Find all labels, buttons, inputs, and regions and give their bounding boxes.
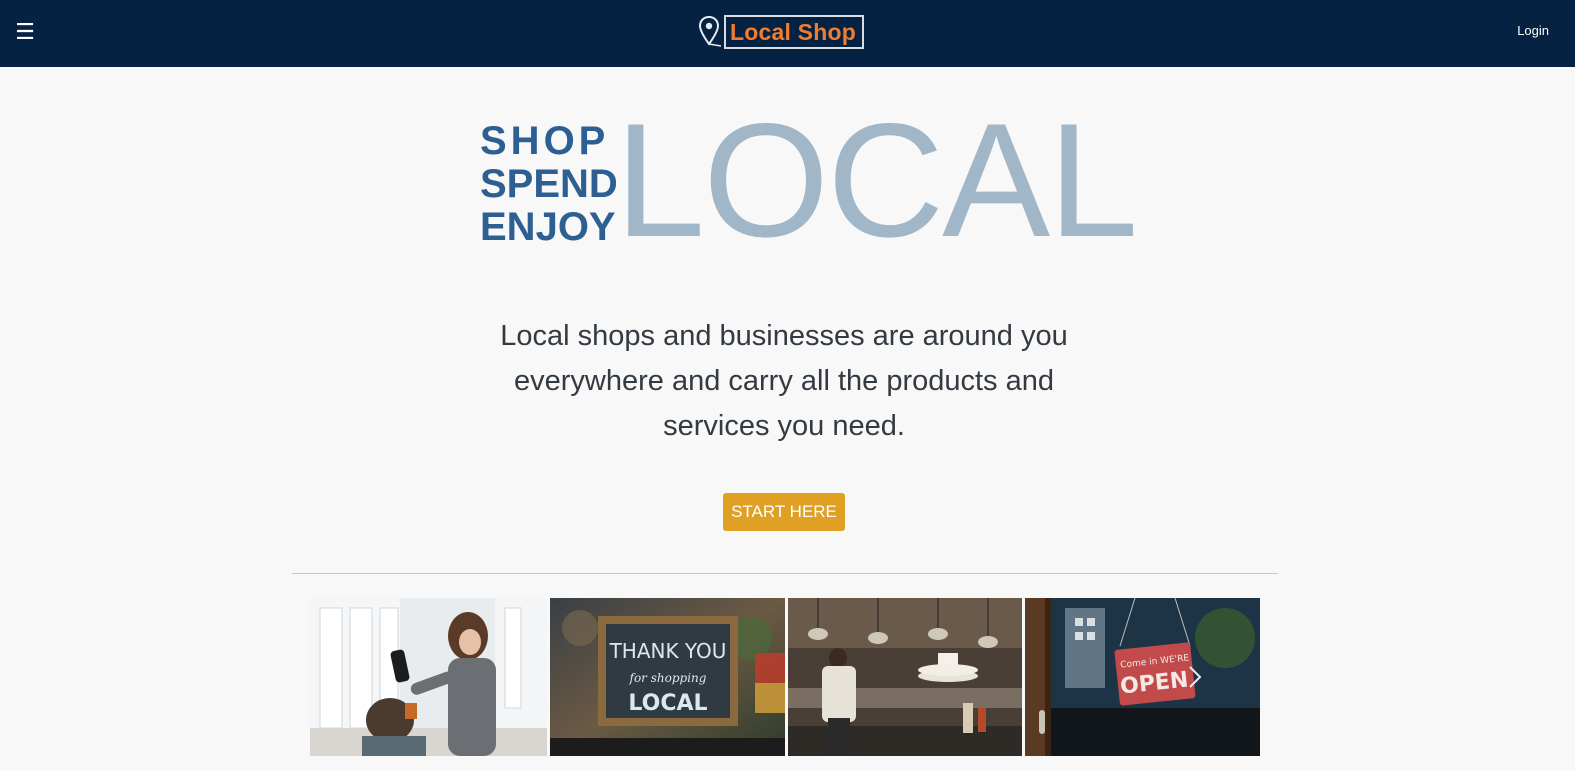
map-pin-icon	[698, 15, 721, 47]
sign-line-1: THANK YOU	[609, 639, 727, 663]
sign-line-2: for shopping	[629, 671, 707, 685]
hero-title: SHOP SPEND ENJOY LOCAL	[480, 100, 1138, 262]
brand-name: Local Shop	[730, 18, 856, 45]
brand-logo[interactable]: Local Shop	[697, 14, 864, 50]
hair-salon-photo[interactable]	[310, 598, 547, 756]
open-sign-photo[interactable]: Come in WE'RE OPEN	[1025, 598, 1260, 756]
section-divider	[292, 573, 1278, 574]
hero-word-shop: SHOP	[480, 119, 610, 163]
start-here-button[interactable]: START HERE	[723, 493, 845, 531]
photo-carousel: THANK YOU for shopping LOCAL Come in WE'…	[310, 598, 1260, 756]
intro-text: Local shops and businesses are around yo…	[500, 320, 1068, 442]
restaurant-kitchen-photo[interactable]	[788, 598, 1022, 756]
sign-line-3: LOCAL	[628, 691, 707, 716]
chevron-right-icon[interactable]	[1185, 662, 1205, 692]
login-link[interactable]: Login	[1517, 23, 1549, 38]
hero-stack: SHOP SPEND ENJOY	[480, 120, 618, 249]
top-navbar: ☰ Local Shop Login	[0, 0, 1575, 67]
hero-word-enjoy: ENJOY	[480, 205, 616, 249]
hamburger-menu-icon[interactable]: ☰	[14, 19, 36, 45]
hero-word-spend: SPEND	[480, 162, 618, 206]
thank-you-sign-photo[interactable]: THANK YOU for shopping LOCAL	[550, 598, 785, 756]
hero-big-word: LOCAL	[615, 90, 1138, 271]
brand-box: Local Shop	[724, 15, 864, 49]
